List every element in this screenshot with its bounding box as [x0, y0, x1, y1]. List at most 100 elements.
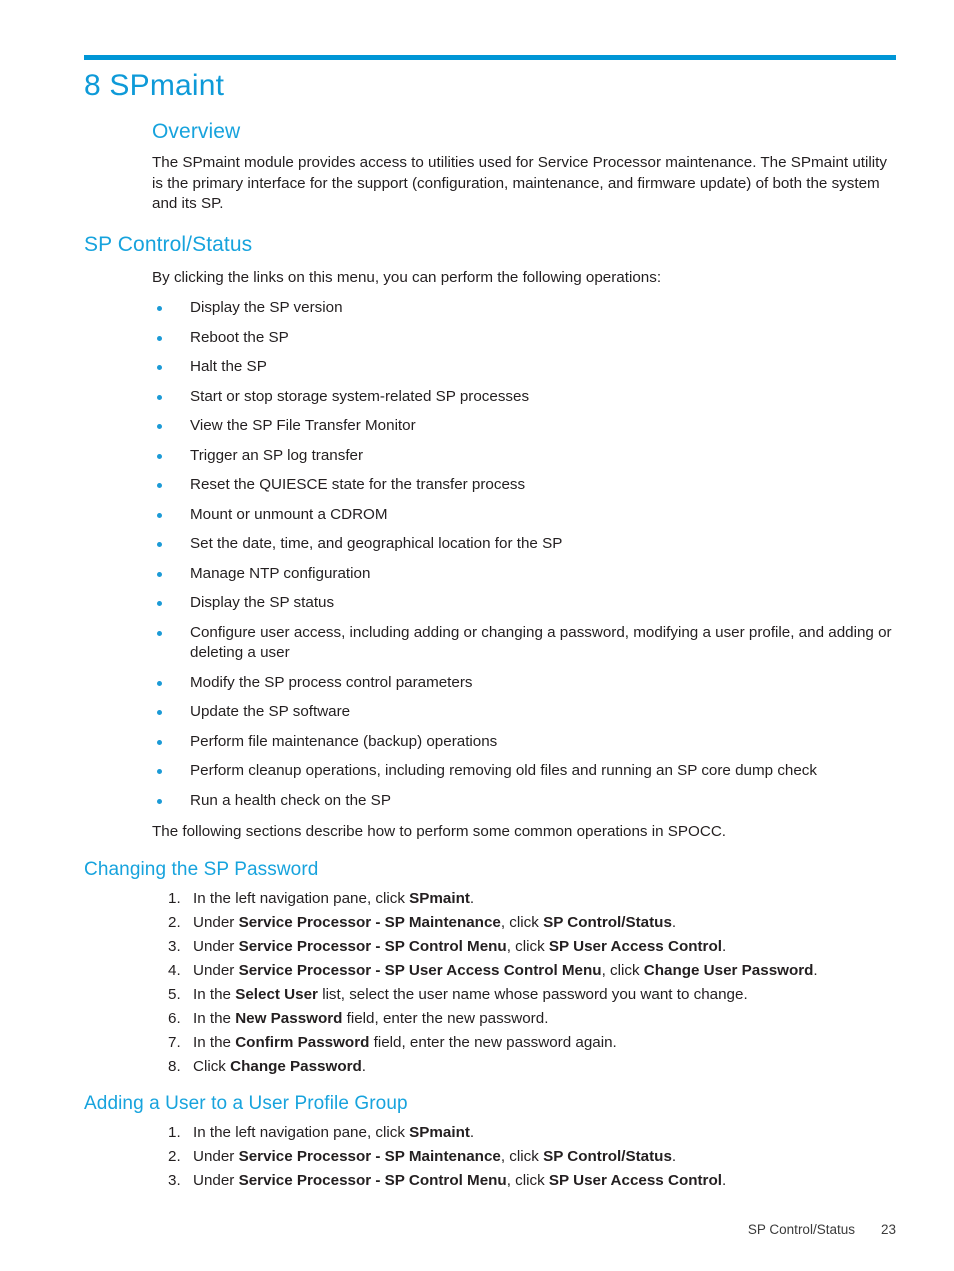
list-item: Reset the QUIESCE state for the transfer…: [152, 475, 932, 496]
header-rule: [84, 55, 896, 60]
bullet-icon: [157, 424, 162, 429]
footer-section-label: SP Control/Status: [747, 1222, 855, 1237]
step-text-emphasis: Service Processor - SP User Access Contr…: [238, 961, 602, 979]
step-text-emphasis: Service Processor - SP Control Menu: [238, 1171, 507, 1189]
step-text-run: In the: [193, 1033, 236, 1051]
document-page: 8 SPmaint Overview The SPmaint module pr…: [0, 0, 954, 1271]
bullet-icon: [157, 769, 162, 774]
list-item-label: Configure user access, including adding …: [190, 623, 892, 662]
bullet-icon: [157, 601, 162, 606]
bullet-icon: [157, 680, 162, 686]
bullet-icon: [157, 453, 162, 459]
bullet-icon: [157, 483, 162, 488]
step-number: 6.: [168, 1009, 181, 1027]
list-item-label: Perform file maintenance (backup) operat…: [190, 732, 498, 750]
list-item-label: Update the SP software: [190, 703, 351, 720]
step-text: Under Service Processor - SP Control Men…: [193, 1172, 726, 1189]
step-text-run: Under: [193, 961, 239, 979]
list-item: Set the date, time, and geographical loc…: [152, 534, 932, 555]
list-item: 3. Under Service Processor - SP Control M…: [168, 1169, 923, 1193]
step-text: Under Service Processor - SP Maintenance…: [193, 914, 676, 931]
list-item-label: Display the SP status: [190, 594, 335, 611]
step-text-emphasis: SPmaint: [409, 889, 470, 907]
list-item: 5. In the Select User list, select the us…: [168, 983, 923, 1007]
step-text-run: In the: [193, 1009, 236, 1027]
step-text-emphasis: SP User Access Control: [548, 1171, 722, 1189]
step-number: 3.: [168, 937, 181, 955]
step-text-run: , click: [506, 1171, 549, 1189]
sp-operations-list: Display the SP version Reboot the SP Halt …: [152, 298, 900, 811]
list-item: 2. Under Service Processor - SP Maintenan…: [168, 911, 923, 935]
section-heading-overview: Overview: [152, 120, 241, 143]
step-number: 8.: [168, 1057, 181, 1075]
step-text-emphasis: SPmaint: [409, 1123, 470, 1141]
step-text-emphasis: Change User Password: [643, 961, 814, 979]
list-item: Perform file maintenance (backup) operat…: [152, 732, 932, 753]
step-text-run: , click: [506, 937, 549, 955]
step-text-run: Under: [193, 913, 239, 931]
step-text: Under Service Processor - SP Control Men…: [193, 938, 726, 955]
step-number: 1.: [168, 1123, 181, 1141]
list-item: Display the SP version: [152, 298, 932, 319]
list-item-label: Display the SP version: [190, 299, 343, 316]
list-item-label: Mount or unmount a CDROM: [190, 505, 388, 523]
bullet-icon: [157, 394, 162, 400]
step-text-run: field, enter the new password.: [342, 1009, 549, 1027]
step-text-run: field, enter the new password again.: [369, 1033, 617, 1051]
bullet-icon: [157, 710, 162, 715]
bullet-icon: [157, 542, 162, 547]
bullet-icon: [157, 306, 162, 311]
list-item: 1. In the left navigation pane, click SPm…: [168, 1121, 923, 1145]
list-item: Trigger an SP log transfer: [152, 446, 932, 467]
list-item-label: View the SP File Transfer Monitor: [190, 417, 416, 434]
sp-control-status-closing: The following sections describe how to p…: [152, 823, 727, 840]
list-item-label: Halt the SP: [190, 358, 267, 375]
step-text: Under Service Processor - SP User Access…: [193, 962, 818, 979]
step-text-run: In the: [193, 985, 236, 1003]
list-item-label: Start or stop storage system-related SP …: [190, 387, 530, 405]
step-number: 7.: [168, 1033, 181, 1051]
list-item: Modify the SP process control parameters: [152, 673, 932, 694]
list-item-label: Run a health check on the SP: [190, 791, 391, 809]
bullet-icon: [157, 630, 162, 636]
list-item-label: Modify the SP process control parameters: [190, 673, 473, 691]
step-text-run: Click: [193, 1057, 231, 1075]
list-item: 8. Click Change Password.: [168, 1055, 923, 1079]
list-item: Reboot the SP: [152, 328, 932, 349]
list-item: View the SP File Transfer Monitor: [152, 416, 932, 437]
step-text-run: .: [361, 1057, 367, 1075]
list-item: 3. Under Service Processor - SP Control M…: [168, 935, 923, 959]
step-text-run: In the left navigation pane, click: [193, 889, 410, 907]
list-item-label: Trigger an SP log transfer: [190, 446, 364, 464]
step-text: In the Confirm Password field, enter the…: [193, 1034, 617, 1051]
step-text-run: .: [469, 889, 475, 907]
step-text: In the left navigation pane, click SPmai…: [193, 890, 474, 907]
step-text: In the New Password field, enter the new…: [193, 1010, 548, 1027]
step-text-emphasis: Service Processor - SP Maintenance: [238, 1147, 501, 1165]
step-text-run: Under: [193, 1171, 239, 1189]
step-text-emphasis: Service Processor - SP Control Menu: [238, 937, 507, 955]
page-title: 8 SPmaint: [84, 69, 225, 102]
section-heading-adding-user: Adding a User to a User Profile Group: [84, 1092, 408, 1114]
list-item: Halt the SP: [152, 357, 932, 378]
step-text: Under Service Processor - SP Maintenance…: [193, 1148, 676, 1165]
step-text-run: .: [671, 1147, 677, 1165]
list-item: Mount or unmount a CDROM: [152, 505, 932, 526]
sp-control-status-intro: By clicking the links on this menu, you …: [152, 268, 662, 286]
list-item-label: Set the date, time, and geographical loc…: [190, 535, 563, 552]
list-item-label: Manage NTP configuration: [190, 564, 371, 582]
step-text-run: .: [813, 961, 818, 979]
adding-user-steps: 1. In the left navigation pane, click SPm…: [168, 1121, 900, 1193]
step-text-emphasis: Select User: [235, 985, 318, 1003]
step-number: 4.: [168, 961, 181, 979]
step-text-emphasis: SP Control/Status: [543, 913, 672, 931]
bullet-icon: [157, 798, 162, 804]
step-text-emphasis: New Password: [235, 1009, 343, 1027]
step-text-run: .: [721, 1171, 727, 1189]
bullet-icon: [157, 739, 162, 745]
bullet-icon: [157, 365, 162, 370]
list-item: 2. Under Service Processor - SP Maintenan…: [168, 1145, 923, 1169]
changing-password-steps: 1. In the left navigation pane, click SPm…: [168, 887, 900, 1079]
step-text-run: Under: [193, 1147, 239, 1165]
bullet-icon: [157, 571, 162, 577]
